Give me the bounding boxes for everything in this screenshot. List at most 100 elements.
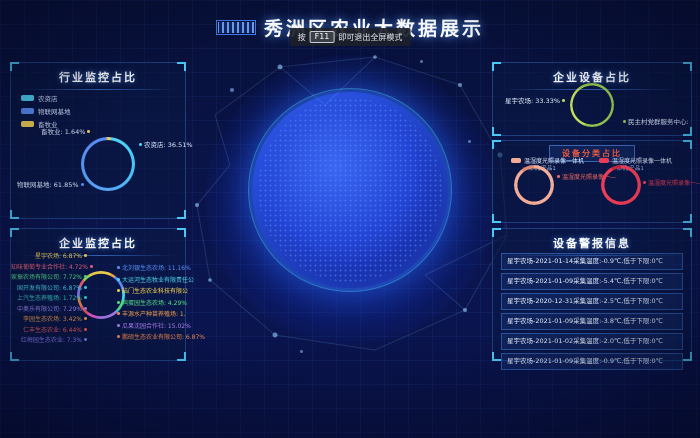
pie-label-text: 仁丰生态农业: 6.44% [23,327,82,334]
pie-label: 红梅园生态农业: 7.3% [11,335,89,344]
dot-marker [562,99,565,102]
dot-marker [81,183,84,186]
dot-marker [84,296,87,299]
dot-marker [643,181,646,184]
legend-swatch [599,158,609,163]
pie-label-text: 红梅园生态农业: 7.3% [21,337,82,344]
legend-swatch [21,108,34,114]
pie-label-text: 知味葡萄专业合作社: 4.72% [11,264,88,271]
slice-label: 物联网基地: 61.85% [17,179,86,189]
pie-label: 星宇农场: 6.87% [11,251,89,260]
globe-ring [248,88,452,292]
slice-label-text: 星宇农场: 33.33% [505,97,560,105]
slice-label: 农资店: 36.51% [137,139,193,149]
pie-label-text: 鸭蛋园生态农场: 4.29% [122,300,187,307]
dot-marker [84,307,87,310]
spark-dot [468,140,471,143]
pie-label: 知味葡萄专业合作社: 4.72% [11,262,89,271]
dot-marker [117,335,120,338]
dot-marker [623,120,626,123]
dot-marker [117,266,120,269]
slice-label-text: 物联网基地: 61.85% [17,181,79,189]
pie-label-text: 大运河生态牧业有限责任公 [122,277,194,284]
pie-label-text: 丰源水产种苗养殖场: 1. [122,311,186,318]
legend-label: 物联网基地 [38,106,71,116]
device-donut-chart[interactable] [570,83,614,127]
fullscreen-tip: 按 F11 即可退出全屏模式 [290,28,411,46]
pie-label: 鸭蛋园生态农场: 4.29% [115,298,187,307]
dot-marker [117,324,120,327]
pie-label: 李园生态农场: 3.42% [11,314,89,323]
legend-swatch [21,95,34,101]
panel-title: 行业监控占比 [11,63,185,85]
slice-label: 畜牧业: 1.64% [41,126,92,136]
alarm-list: 星宇农场-2021-01-14采集温度:-0.9℃,低于下限:0℃ 星宇农场-2… [501,253,683,373]
legend-item[interactable]: 农资店 [21,93,71,103]
tip-prefix: 按 [298,32,306,43]
spark-dot [230,88,234,92]
pie-label-text: 瓜果沈园合作社: 15.02% [122,323,191,330]
dot-marker [117,301,120,304]
donut-callout: 温湿度光照录像一— [643,178,700,187]
brand-logo [216,20,256,35]
pie-label: 大运河生态牧业有限责任公 [115,275,194,284]
legend-label: 农资店 [38,93,58,103]
dot-marker [84,275,87,278]
alarm-row: 星宇农场-2021-01-14采集温度:-0.9℃,低于下限:0℃ [501,253,683,270]
dot-marker [84,317,87,320]
spark-dot [420,60,423,63]
legend-swatch [21,121,34,127]
pie-label-text: 李园生态农场: 3.42% [23,316,82,323]
pie-label: 陆门生态农业科技有限公 [115,286,188,295]
alarm-row: 星宇农场-2021-01-09采集温度:-5.4℃,低于下限:0℃ [501,273,683,290]
dot-marker [557,175,560,178]
slice-label-text: 畜牧业: 1.64% [41,128,85,136]
alarm-row: 星宇农场-2020-12-31采集温度:-2.5℃,低于下限:0℃ [501,293,683,310]
dot-marker [84,254,87,257]
title-divider [21,89,174,90]
spark-dot [300,350,303,353]
slice-label: 星宇农场: 33.33% [505,95,567,105]
dot-marker [117,289,120,292]
pie-label: 中奥乐有限公司: 7.29% [11,304,89,313]
pie-label: 国开发有限公司: 6.87% [11,283,89,292]
tip-suffix: 即可退出全屏模式 [338,32,402,43]
pie-label-text: 鹏硕生态农业有限公司: 6.87% [122,334,205,341]
panel-title: 企业监控占比 [11,229,185,251]
panel-industry-ratio: 行业监控占比 农资店 物联网基地 畜牧业 畜牧业: 1.64% 农资店: 36.… [10,62,186,219]
alarm-row: 星宇农场-2021-01-02采集温度:-2.0℃,低于下限:0℃ [501,333,683,350]
pie-label: 鹏硕生态农业有限公司: 6.87% [115,332,205,341]
dashboard-stage: 秀洲区农业大数据展示 按 F11 即可退出全屏模式 行业监控占比 农资店 物联网… [0,0,700,438]
pie-label-text: 星宇农场: 6.87% [35,253,82,260]
panel-title: 企业设备占比 [493,63,691,85]
dot-marker [84,328,87,331]
classification-donut-left[interactable] [514,165,554,205]
pie-label-text: 国开发有限公司: 6.87% [17,285,82,292]
pie-label: 仁丰生态农业: 6.44% [11,325,89,334]
panel-enterprise-ratio: 企业监控占比 星宇农场: 6.87% 知味葡萄专业合作社: 4.72% 家振农场… [10,228,186,361]
slice-label-text: 民主村党群服务中心: [628,118,689,126]
pie-label-text: 北刘银生态农场: 11.16% [122,265,191,272]
pie-label: 上汽生态养殖场: 1.72% [11,293,89,302]
classification-donut-right[interactable] [601,165,641,205]
pie-label: 丰源水产种苗养殖场: 1. [115,309,186,318]
panel-device-alarms: 设备警报信息 星宇农场-2021-01-14采集温度:-0.9℃,低于下限:0℃… [492,228,692,361]
dot-marker [117,312,120,315]
dot-marker [139,143,142,146]
dot-marker [84,286,87,289]
pie-label: 北刘银生态农场: 11.16% [115,263,191,272]
industry-donut-chart[interactable] [81,137,135,191]
dot-marker [87,130,90,133]
dot-marker [90,265,93,268]
pie-label: 家振农场有限公司: 7.72% [11,272,89,281]
dot-marker [84,338,87,341]
pie-label: 瓜果沈园合作社: 15.02% [115,321,191,330]
pie-label-text: 中奥乐有限公司: 7.29% [17,306,82,313]
slice-label: 民主村党群服务中心: [621,116,689,126]
f11-key-badge: F11 [310,31,335,43]
legend-item[interactable]: 物联网基地 [21,106,71,116]
alarm-row: 星宇农场-2021-01-09采集温度:-0.9℃,低于下限:0℃ [501,353,683,370]
legend-swatch [511,158,521,163]
slice-label-text: 农资店: 36.51% [144,141,193,149]
pie-label-text: 上汽生态养殖场: 1.72% [17,295,82,302]
